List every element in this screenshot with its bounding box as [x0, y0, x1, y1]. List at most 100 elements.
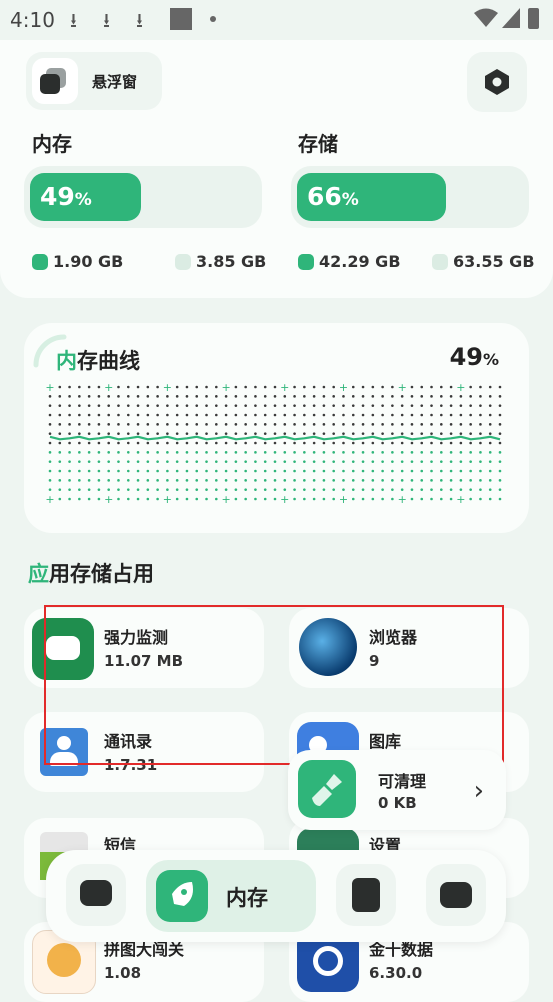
floating-window-button[interactable]: 悬浮窗: [26, 52, 162, 110]
grid-dot: [332, 404, 335, 407]
grid-dot: [175, 460, 179, 463]
grid-plus-mark: +: [163, 383, 172, 394]
grid-dot: [410, 460, 414, 463]
grid-dot: [498, 460, 502, 463]
settings-button[interactable]: [467, 52, 527, 112]
grid-dot: [351, 460, 355, 463]
grid-dot: [244, 497, 247, 501]
grid-dot: [107, 451, 110, 454]
nav-device-button[interactable]: [426, 864, 486, 926]
grid-dot: [440, 385, 443, 389]
grid-dot: [459, 432, 463, 435]
grid-dot: [78, 460, 81, 463]
grid-dot: [175, 404, 179, 407]
grid-dot: [273, 451, 277, 454]
grid-dot: [430, 404, 433, 407]
grid-dot: [322, 497, 326, 501]
grid-dot: [440, 479, 443, 482]
storage-used-legend: 42.29 GB: [298, 252, 401, 271]
memory-used-legend: 1.90 GB: [32, 252, 123, 271]
grid-dot: [234, 441, 238, 445]
grid-dot: [449, 460, 453, 463]
download-icon: ⭳: [70, 8, 77, 32]
grid-dot: [117, 497, 120, 501]
grid-dot: [400, 488, 404, 491]
grid-plus-mark: +: [46, 493, 55, 503]
grid-dot: [312, 451, 316, 454]
nav-storage-button[interactable]: [336, 864, 396, 926]
grid-dot: [166, 460, 169, 463]
grid-dot: [117, 469, 120, 473]
grid-dot: [244, 460, 247, 463]
grid-dot: [68, 413, 71, 417]
grid-dot: [449, 469, 453, 473]
grid-dot: [126, 404, 130, 407]
grid-dot: [205, 488, 208, 491]
grid-dot: [215, 460, 218, 463]
grid-dot: [48, 395, 52, 398]
grid-dot: [263, 441, 267, 445]
grid-dot: [215, 488, 218, 491]
grid-dot: [273, 385, 277, 389]
grid-dot: [195, 432, 199, 435]
cleanable-value: 0 KB: [378, 794, 417, 812]
grid-dot: [244, 395, 247, 398]
grid-dot: [459, 413, 463, 417]
grid-dot: [215, 469, 218, 473]
grid-dot: [361, 395, 365, 398]
grid-dot: [254, 451, 257, 454]
grid-dot: [322, 488, 326, 491]
nav-memory-button[interactable]: 内存: [146, 860, 316, 932]
grid-dot: [195, 460, 199, 463]
grid-dot: [420, 497, 424, 501]
grid-dot: [156, 488, 159, 491]
grid-dot: [410, 404, 414, 407]
grid-dot: [205, 441, 208, 445]
grid-dot: [166, 469, 169, 473]
grid-dot: [381, 469, 384, 473]
grid-dot: [400, 451, 404, 454]
grid-dot: [126, 385, 130, 389]
grid-dot: [459, 488, 463, 491]
grid-dot: [107, 479, 110, 482]
nav-monitor-button[interactable]: [66, 864, 126, 926]
grid-dot: [97, 432, 101, 435]
grid-dot: [342, 395, 345, 398]
grid-dot: [430, 423, 433, 426]
grid-dot: [361, 469, 365, 473]
grid-dot: [303, 497, 306, 501]
grid-dot: [97, 395, 101, 398]
grid-dot: [117, 404, 120, 407]
floating-window-label: 悬浮窗: [92, 72, 138, 91]
grid-dot: [479, 432, 482, 435]
memory-curve-card: 内存曲线 49% + + + + + + + + + + + + + + + +: [24, 323, 529, 533]
grid-dot: [195, 488, 199, 491]
grid-dot: [146, 479, 150, 482]
grid-dot: [263, 395, 267, 398]
grid-dot: [97, 441, 101, 445]
grid-dot: [410, 432, 414, 435]
grid-dot: [58, 404, 62, 407]
grid-dot: [371, 497, 375, 501]
grid-dot: [332, 432, 335, 435]
storage-title: 存储: [298, 132, 338, 156]
grid-dot: [371, 385, 375, 389]
cleanable-card[interactable]: 可清理 0 KB ›: [288, 750, 506, 830]
grid-dot: [381, 441, 384, 445]
grid-dot: [488, 488, 492, 491]
grid-dot: [449, 423, 453, 426]
grid-dot: [430, 413, 433, 417]
grid-dot: [195, 413, 199, 417]
grid-dot: [224, 460, 228, 463]
grid-dot: [303, 395, 306, 398]
grid-dot: [97, 479, 101, 482]
grid-dot: [283, 395, 287, 398]
grid-dot: [361, 432, 365, 435]
grid-dot: [136, 451, 140, 454]
grid-dot: [156, 423, 159, 426]
grid-dot: [391, 395, 394, 398]
grid-dot: [283, 469, 287, 473]
grid-dot: [351, 497, 355, 501]
grid-dot: [391, 451, 394, 454]
grid-dot: [469, 385, 472, 389]
